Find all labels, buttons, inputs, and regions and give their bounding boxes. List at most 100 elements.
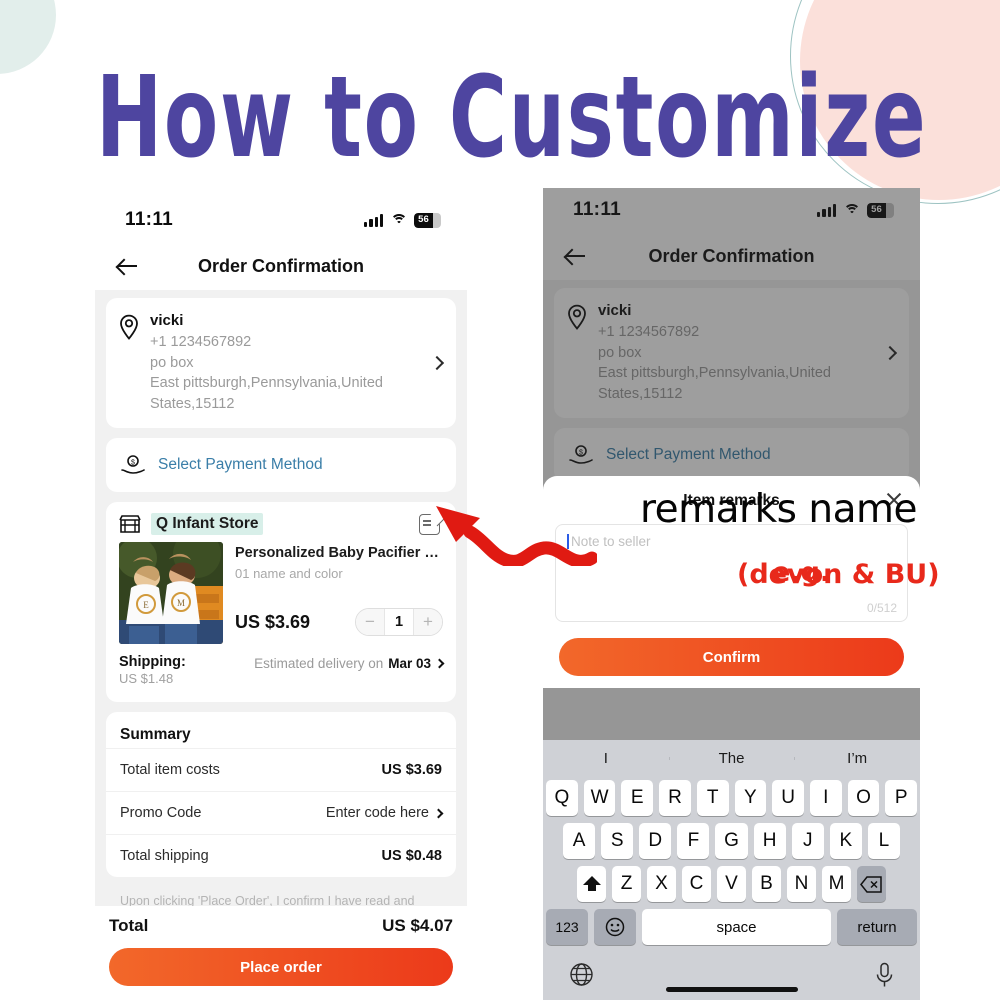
total-row: Total US $4.07 bbox=[109, 916, 453, 936]
key-h[interactable]: H bbox=[753, 823, 786, 859]
quantity-decrease-button[interactable]: − bbox=[356, 609, 384, 636]
cellular-bars-icon bbox=[364, 213, 383, 227]
key-i[interactable]: I bbox=[809, 780, 842, 816]
suggestion-1[interactable]: I bbox=[543, 750, 669, 767]
key-d[interactable]: D bbox=[639, 823, 672, 859]
back-arrow-icon[interactable] bbox=[115, 253, 141, 279]
return-key[interactable]: return bbox=[837, 909, 917, 945]
phone-screen-right: 11:11 56 Order Confirmation vicki +1 123… bbox=[543, 188, 920, 1000]
address-line3: States,15112 bbox=[150, 395, 235, 412]
keyboard-suggestions: I The I’m bbox=[543, 740, 920, 776]
key-r[interactable]: R bbox=[659, 780, 691, 816]
home-indicator bbox=[665, 987, 798, 992]
summary-row-item-costs: Total item costs US $3.69 bbox=[106, 748, 456, 791]
chevron-right-icon bbox=[433, 808, 444, 819]
keyboard-row-4: 123 space return bbox=[546, 909, 917, 945]
wifi-icon bbox=[843, 203, 860, 217]
total-amount: US $4.07 bbox=[382, 916, 453, 935]
svg-text:$: $ bbox=[131, 460, 135, 467]
key-f[interactable]: F bbox=[677, 823, 710, 859]
shipping-row[interactable]: Shipping: US $1.48 Estimated delivery on… bbox=[106, 644, 456, 702]
key-z[interactable]: Z bbox=[612, 866, 641, 902]
key-c[interactable]: C bbox=[682, 866, 711, 902]
key-j[interactable]: J bbox=[791, 823, 824, 859]
back-arrow-icon[interactable] bbox=[563, 243, 589, 269]
poster-root: How to Customize 11:11 56 Order Confirma… bbox=[0, 0, 1000, 1000]
payment-method-card[interactable]: $ Select Payment Method bbox=[106, 438, 456, 493]
keyboard-row-1: Q W E R T Y U I O P bbox=[545, 780, 918, 816]
shift-arrow-icon[interactable] bbox=[577, 866, 606, 902]
battery-icon: 56 bbox=[867, 202, 894, 218]
battery-icon: 56 bbox=[414, 212, 441, 228]
quantity-stepper[interactable]: − 1 + bbox=[355, 608, 443, 637]
status-icons: 56 bbox=[817, 202, 894, 218]
summary-row-promo-code[interactable]: Promo Code Enter code here bbox=[106, 791, 456, 834]
microphone-icon[interactable] bbox=[875, 962, 894, 993]
key-v[interactable]: V bbox=[717, 866, 746, 902]
space-key[interactable]: space bbox=[642, 909, 831, 945]
summary-label: Total item costs bbox=[120, 762, 220, 779]
product-image: E M bbox=[119, 542, 223, 645]
key-n[interactable]: N bbox=[787, 866, 816, 902]
keyboard-bottom-bar bbox=[543, 954, 920, 1000]
summary-title: Summary bbox=[120, 726, 191, 744]
suggestion-2[interactable]: The bbox=[668, 750, 795, 767]
suggestion-3[interactable]: I’m bbox=[794, 750, 920, 767]
address-card[interactable]: vicki +1 1234567892 po box East pittsbur… bbox=[554, 288, 909, 419]
shipping-label: Shipping: bbox=[119, 654, 186, 671]
key-o[interactable]: O bbox=[847, 780, 880, 816]
character-counter: 0/512 bbox=[866, 601, 897, 615]
key-u[interactable]: U bbox=[772, 780, 804, 816]
summary-card: Summary Total item costs US $3.69 Promo … bbox=[106, 712, 456, 878]
address-line2: East pittsburgh,Pennsylvania,United bbox=[150, 375, 383, 392]
svg-text:M: M bbox=[177, 598, 185, 608]
key-q[interactable]: Q bbox=[545, 780, 578, 816]
address-card[interactable]: vicki +1 1234567892 po box East pittsbur… bbox=[106, 298, 456, 429]
summary-value: Enter code here bbox=[325, 805, 429, 822]
remarks-placeholder: Note to seller bbox=[567, 534, 896, 549]
numbers-key[interactable]: 123 bbox=[546, 909, 588, 945]
confirm-button[interactable]: Confirm bbox=[559, 638, 904, 676]
product-title: Personalized Baby Pacifier Clip Custo… bbox=[235, 545, 443, 562]
key-g[interactable]: G bbox=[715, 823, 748, 859]
key-y[interactable]: Y bbox=[734, 780, 767, 816]
storefront-icon bbox=[119, 515, 141, 534]
status-bar: 11:11 56 bbox=[95, 198, 467, 242]
nav-title: Order Confirmation bbox=[197, 255, 364, 276]
decor-mint-circle bbox=[0, 0, 56, 74]
store-name[interactable]: Q Infant Store bbox=[151, 513, 264, 536]
backspace-icon[interactable] bbox=[857, 866, 886, 902]
address-name: vicki bbox=[150, 312, 184, 329]
delivery-prefix: Estimated delivery on bbox=[254, 656, 384, 672]
store-product-card: Q Infant Store E M Personalized Baby Pac… bbox=[106, 502, 456, 703]
quantity-increase-button[interactable]: + bbox=[414, 609, 442, 636]
nav-title: Order Confirmation bbox=[648, 245, 815, 266]
promo-code-entry[interactable]: Enter code here bbox=[325, 805, 444, 822]
key-p[interactable]: P bbox=[885, 780, 918, 816]
key-w[interactable]: W bbox=[583, 780, 616, 816]
payment-method-label: Select Payment Method bbox=[606, 446, 771, 464]
battery-level: 56 bbox=[418, 214, 429, 226]
delivery-date: Mar 03 bbox=[388, 656, 431, 672]
place-order-button[interactable]: Place order bbox=[109, 948, 453, 986]
key-x[interactable]: X bbox=[647, 866, 676, 902]
emoji-smiley-icon[interactable] bbox=[594, 909, 636, 945]
key-k[interactable]: K bbox=[829, 823, 862, 859]
key-s[interactable]: S bbox=[601, 823, 634, 859]
key-e[interactable]: E bbox=[621, 780, 654, 816]
key-t[interactable]: T bbox=[696, 780, 729, 816]
address-line1: po box bbox=[150, 354, 194, 371]
key-l[interactable]: L bbox=[867, 823, 900, 859]
key-m[interactable]: M bbox=[822, 866, 851, 902]
nav-bar: Order Confirmation bbox=[95, 242, 467, 290]
product-variant: 01 name and color bbox=[235, 566, 343, 582]
summary-label: Total shipping bbox=[120, 848, 209, 865]
globe-icon[interactable] bbox=[569, 962, 594, 992]
onscreen-keyboard: I The I’m Q W E R T Y U I O P A S D F G … bbox=[543, 740, 920, 1000]
address-line2: East pittsburgh,Pennsylvania,United bbox=[598, 365, 831, 382]
shipping-cost: US $1.48 bbox=[119, 671, 174, 687]
payment-method-card[interactable]: $ Select Payment Method bbox=[554, 428, 909, 483]
key-b[interactable]: B bbox=[752, 866, 781, 902]
product-row[interactable]: E M Personalized Baby Pacifier Clip Cust… bbox=[106, 542, 456, 645]
key-a[interactable]: A bbox=[563, 823, 596, 859]
